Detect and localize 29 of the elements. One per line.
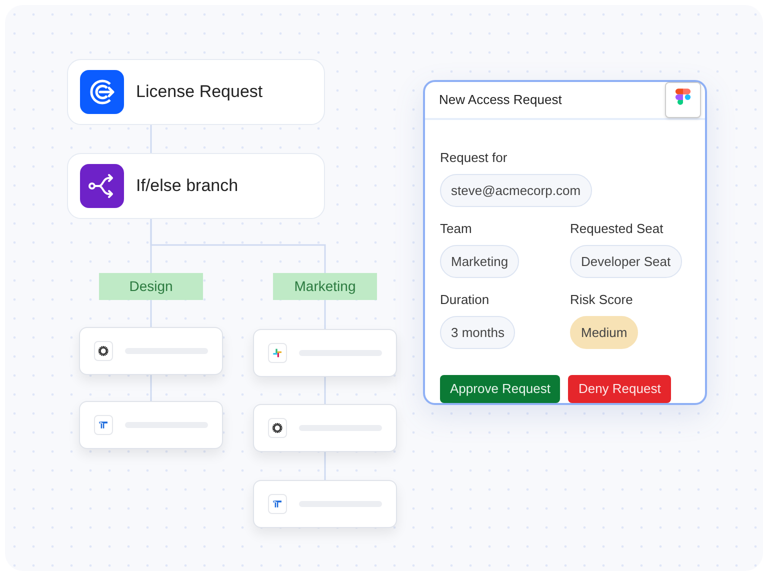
field-value: Developer Seat <box>570 244 682 278</box>
columns-icon <box>268 494 287 514</box>
sunburst-icon <box>268 418 287 438</box>
connector-line <box>324 377 326 404</box>
node-title: License Request <box>136 81 263 104</box>
field-label: Risk Score <box>570 291 633 309</box>
field-value: Marketing <box>440 244 520 278</box>
branch-icon <box>80 164 124 208</box>
field-label: Team <box>440 220 472 238</box>
connector-line <box>324 452 326 480</box>
field-value: Medium <box>570 316 638 349</box>
field-label: Request for <box>440 149 508 167</box>
approve-button[interactable]: Approve Request <box>440 375 560 403</box>
branch-label: Marketing <box>273 273 377 300</box>
sunburst-icon <box>94 341 113 361</box>
connector-line <box>150 375 152 401</box>
field-value: 3 months <box>440 316 516 349</box>
node-title: If/else branch <box>136 175 238 198</box>
hash-icon <box>268 343 287 363</box>
card-title: New Access Request <box>439 91 562 110</box>
connector-line <box>150 300 152 327</box>
connector-line <box>324 300 326 329</box>
connector-line <box>150 125 152 153</box>
branch-label: Design <box>99 273 203 300</box>
columns-icon <box>94 415 113 435</box>
field-value: steve@acmecorp.com <box>440 174 592 207</box>
deny-button[interactable]: Deny Request <box>568 375 671 403</box>
field-label: Duration <box>440 291 490 309</box>
field-label: Requested Seat <box>570 220 664 238</box>
